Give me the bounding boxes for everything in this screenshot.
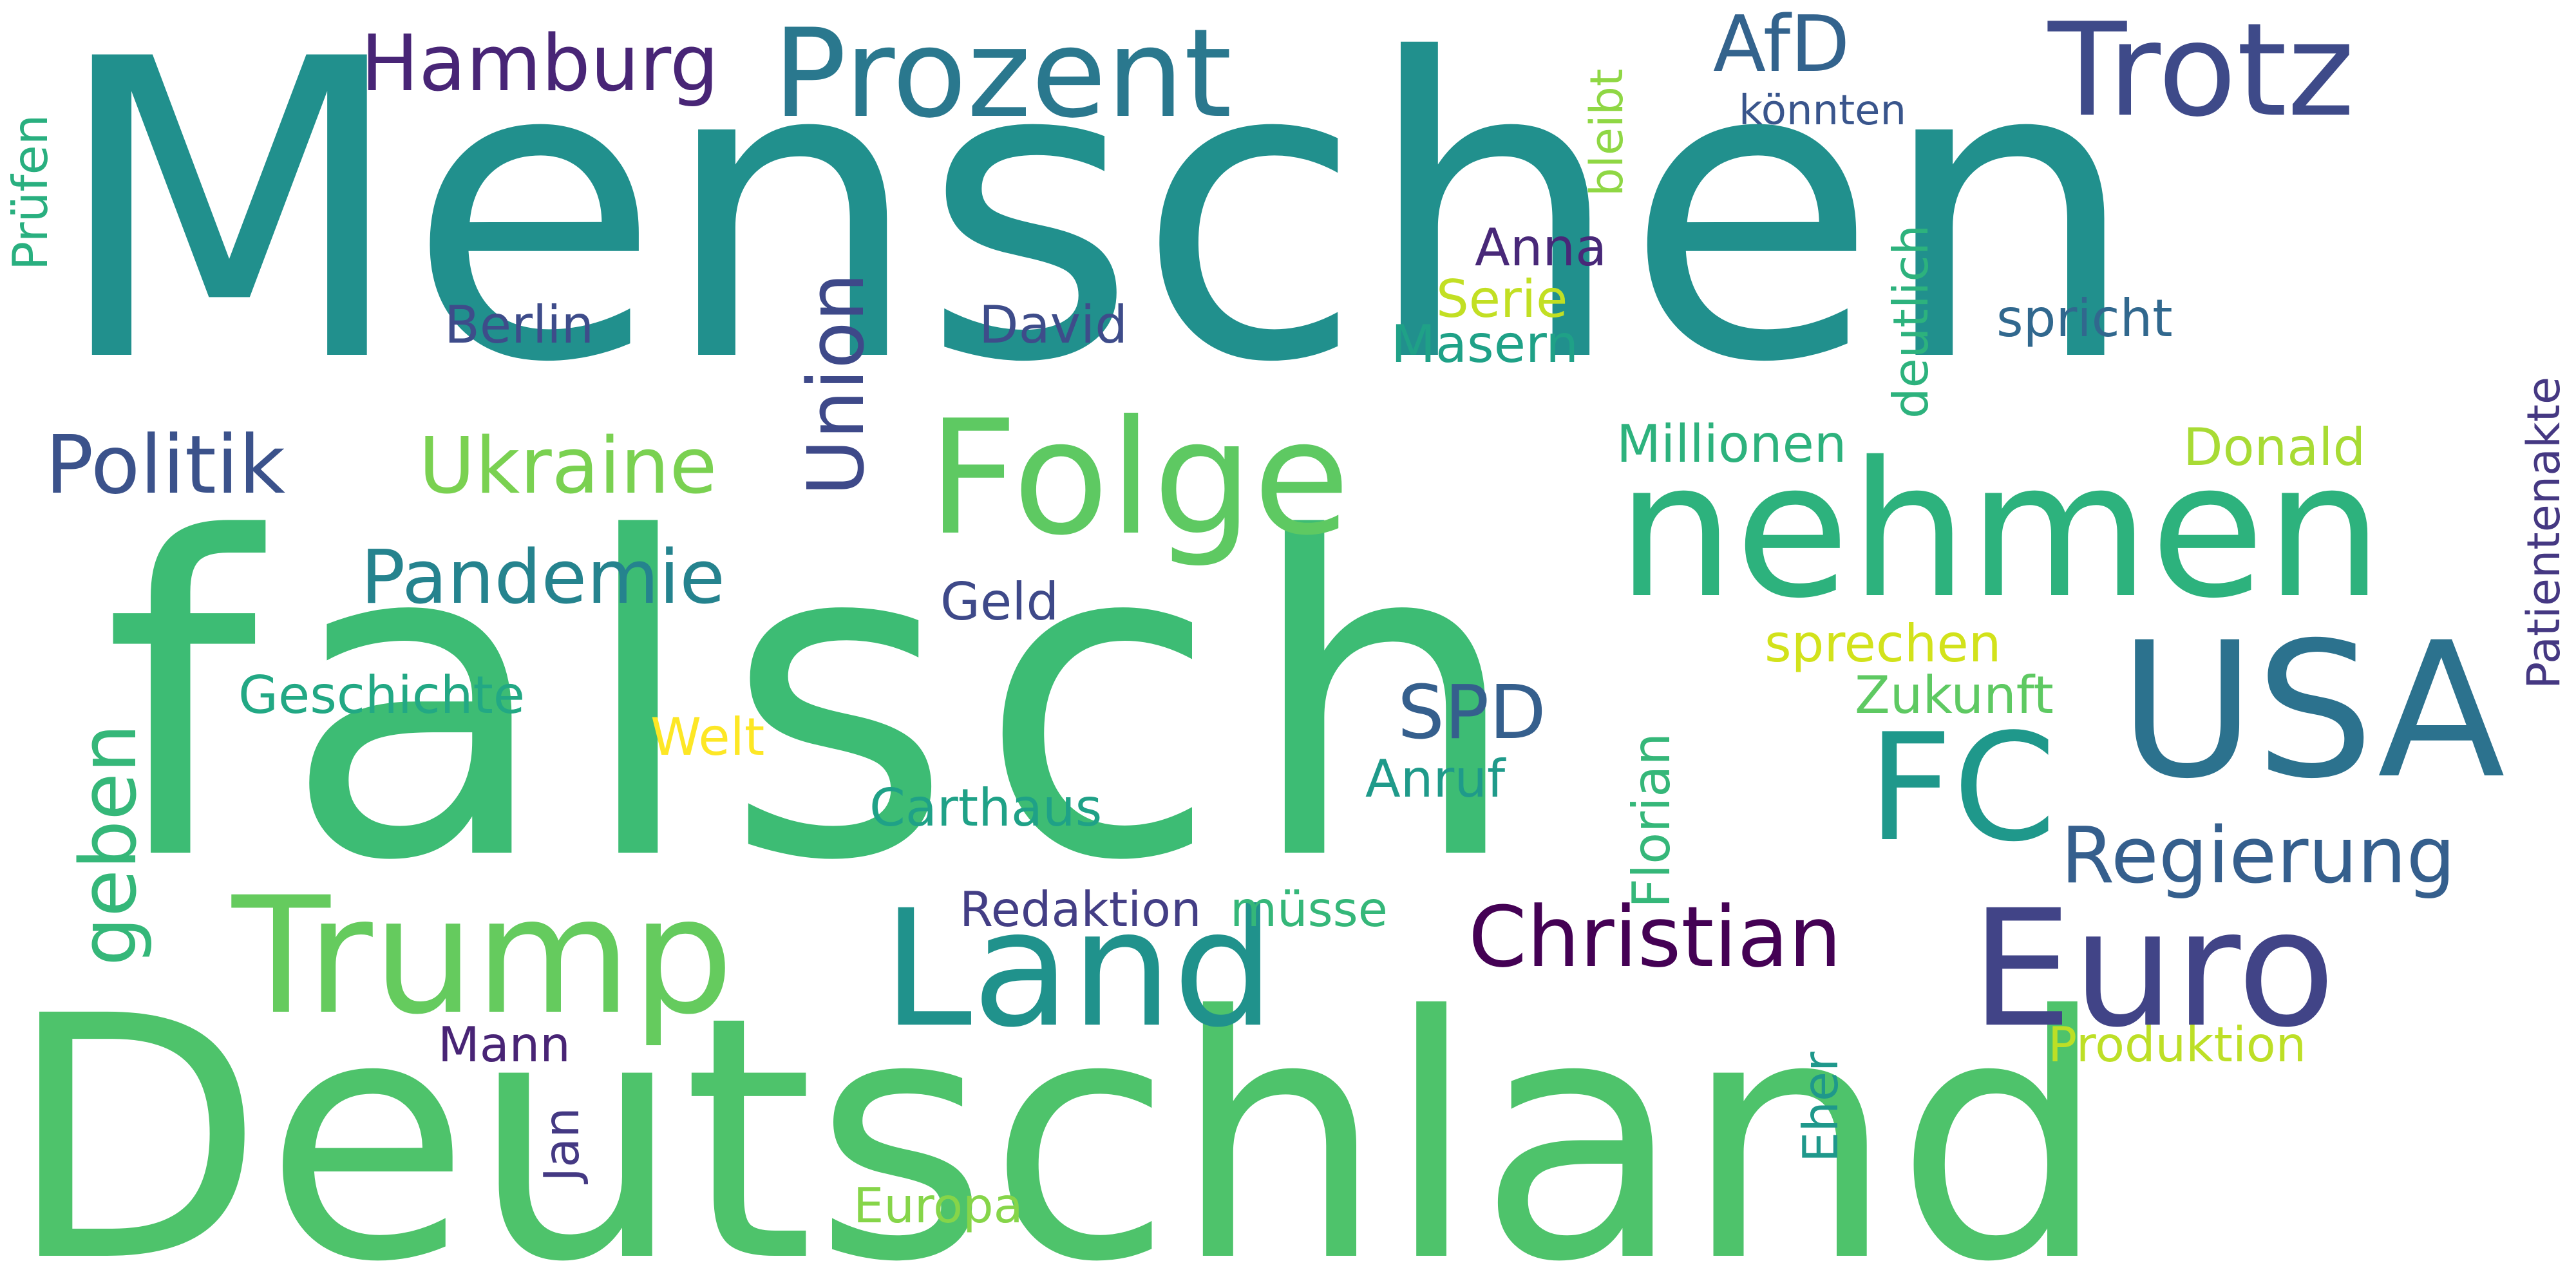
word-patientenakte: Patientenakte bbox=[2517, 376, 2570, 689]
word-trotz: Trotz bbox=[2048, 0, 2355, 146]
word-carthaus: Carthaus bbox=[869, 778, 1103, 838]
word-geben: geben bbox=[64, 723, 154, 966]
word-donald: Donald bbox=[2183, 417, 2366, 477]
word-produktion: Produktion bbox=[2048, 1016, 2307, 1073]
word-geschichte: Geschichte bbox=[238, 665, 526, 725]
word-muesse: müsse bbox=[1230, 881, 1388, 938]
word-cloud: Menschen falsch Deutschland Prozent Trot… bbox=[0, 0, 2576, 1288]
word-afd: AfD bbox=[1713, 0, 1850, 90]
word-welt: Welt bbox=[650, 707, 765, 767]
word-union: Union bbox=[792, 272, 882, 496]
word-eher: Eher bbox=[1792, 1052, 1849, 1162]
word-david: David bbox=[979, 295, 1128, 355]
word-usa: USA bbox=[2119, 603, 2506, 820]
word-trump: Trump bbox=[232, 862, 734, 1050]
word-florian: Florian bbox=[1622, 732, 1681, 908]
word-bleibt: bleibt bbox=[1580, 68, 1633, 196]
word-geld: Geld bbox=[940, 572, 1059, 632]
word-berlin: Berlin bbox=[444, 295, 594, 355]
word-mann: Mann bbox=[438, 1016, 571, 1073]
word-anna: Anna bbox=[1475, 218, 1607, 278]
word-europa: Europa bbox=[853, 1177, 1023, 1234]
word-masern: Masern bbox=[1391, 314, 1579, 374]
word-regierung: Regierung bbox=[2061, 811, 2456, 901]
word-hamburg: Hamburg bbox=[361, 19, 719, 109]
word-jan: Jan bbox=[533, 1107, 590, 1182]
word-pruefen: Prüfen bbox=[2, 114, 59, 270]
word-millionen: Millionen bbox=[1616, 414, 1847, 474]
word-politik: Politik bbox=[45, 419, 285, 512]
word-koennten: könnten bbox=[1739, 87, 1907, 135]
word-zukunft: Zukunft bbox=[1855, 665, 2054, 725]
word-folge: Folge bbox=[927, 386, 1350, 570]
word-sprechen: sprechen bbox=[1765, 614, 2002, 674]
word-ukraine: Ukraine bbox=[419, 422, 717, 511]
word-redaktion: Redaktion bbox=[960, 881, 1202, 938]
word-fc: FC bbox=[1868, 703, 2056, 875]
word-spricht: spricht bbox=[1996, 289, 2173, 348]
word-pandemie: Pandemie bbox=[361, 535, 726, 621]
word-spd: SPD bbox=[1397, 670, 1546, 756]
word-deutlich: deutlich bbox=[1882, 224, 1939, 419]
word-anruf: Anruf bbox=[1365, 749, 1506, 809]
word-prozent: Prozent bbox=[773, 3, 1232, 145]
